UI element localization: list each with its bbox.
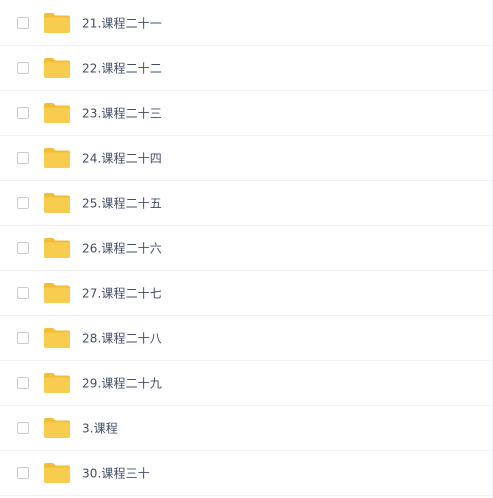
row-checkbox[interactable] <box>17 242 29 254</box>
list-item[interactable]: 28.课程二十八 <box>0 316 492 361</box>
row-checkbox[interactable] <box>17 62 29 74</box>
folder-icon <box>43 282 71 304</box>
row-checkbox[interactable] <box>17 287 29 299</box>
list-item[interactable]: 22.课程二十二 <box>0 46 492 91</box>
folder-name[interactable]: 21.课程二十一 <box>82 14 162 31</box>
folder-name[interactable]: 3.课程 <box>82 420 118 437</box>
list-item[interactable]: 25.课程二十五 <box>0 181 492 226</box>
folder-icon <box>43 57 71 79</box>
list-item[interactable]: 26.课程二十六 <box>0 226 492 271</box>
folder-icon <box>43 147 71 169</box>
row-checkbox[interactable] <box>17 377 29 389</box>
row-checkbox[interactable] <box>17 332 29 344</box>
folder-name[interactable]: 23.课程二十三 <box>82 105 162 122</box>
file-list: 21.课程二十一 22.课程二十二 23.课程二十三 24.课程二十四 25.课… <box>0 0 493 498</box>
row-checkbox[interactable] <box>17 422 29 434</box>
folder-name[interactable]: 22.课程二十二 <box>82 60 162 77</box>
row-checkbox[interactable] <box>17 152 29 164</box>
folder-icon <box>43 192 71 214</box>
list-item[interactable]: 27.课程二十七 <box>0 271 492 316</box>
row-checkbox[interactable] <box>17 16 29 29</box>
folder-name[interactable]: 24.课程二十四 <box>82 150 162 167</box>
folder-icon <box>43 327 71 349</box>
list-item[interactable]: 24.课程二十四 <box>0 136 492 181</box>
row-checkbox[interactable] <box>17 107 29 119</box>
folder-icon <box>43 417 71 439</box>
list-item[interactable]: 21.课程二十一 <box>0 0 492 46</box>
folder-icon <box>43 12 71 34</box>
folder-icon <box>43 372 71 394</box>
folder-name[interactable]: 25.课程二十五 <box>82 195 162 212</box>
folder-name[interactable]: 30.课程三十 <box>82 465 150 482</box>
list-item[interactable]: 23.课程二十三 <box>0 91 492 136</box>
list-item[interactable]: 3.课程 <box>0 406 492 451</box>
folder-icon <box>43 237 71 259</box>
folder-icon <box>43 462 71 484</box>
list-item[interactable]: 29.课程二十九 <box>0 361 492 406</box>
row-checkbox[interactable] <box>17 197 29 209</box>
folder-name[interactable]: 26.课程二十六 <box>82 240 162 257</box>
folder-name[interactable]: 28.课程二十八 <box>82 330 162 347</box>
folder-name[interactable]: 27.课程二十七 <box>82 285 162 302</box>
folder-name[interactable]: 29.课程二十九 <box>82 375 162 392</box>
row-checkbox[interactable] <box>17 467 29 479</box>
list-item[interactable]: 30.课程三十 <box>0 451 492 496</box>
folder-icon <box>43 102 71 124</box>
